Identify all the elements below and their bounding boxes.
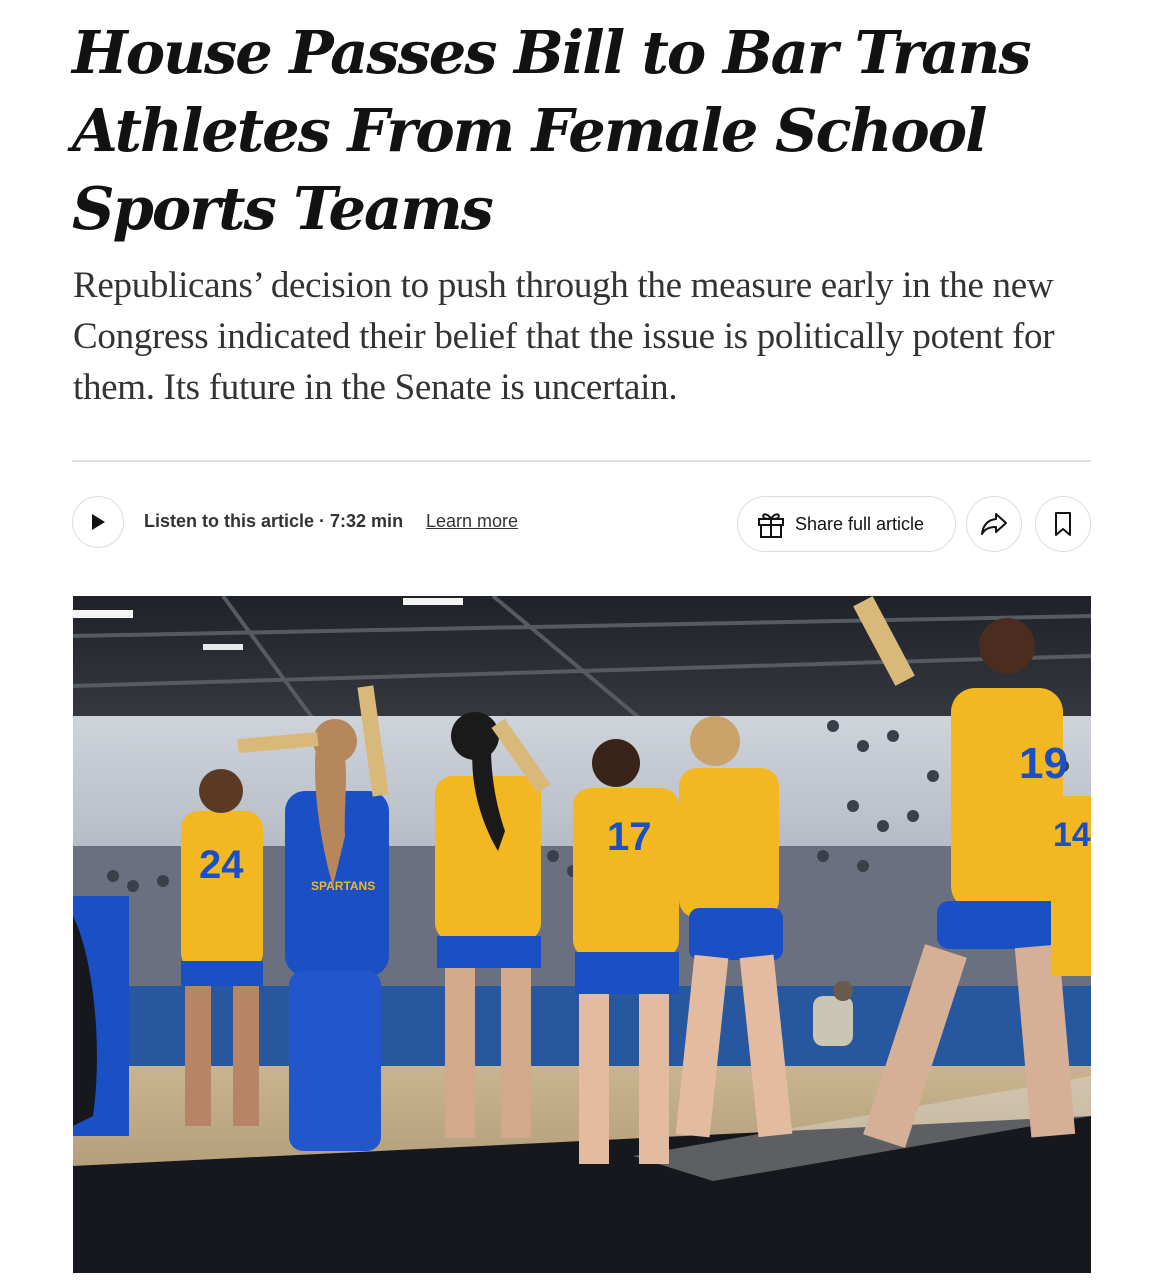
play-icon <box>92 514 105 530</box>
play-audio-button[interactable] <box>72 496 124 548</box>
svg-text:14: 14 <box>1053 816 1091 854</box>
article-summary: Republicans’ decision to push through th… <box>73 265 1055 408</box>
svg-text:SPARTANS: SPARTANS <box>311 879 375 893</box>
learn-more-link[interactable]: Learn more <box>426 511 518 532</box>
svg-text:17: 17 <box>607 815 652 859</box>
listen-label: Listen to this article · 7:32 min <box>144 511 404 531</box>
bookmark-icon <box>1055 512 1071 536</box>
share-full-article-label: Share full article <box>795 513 925 534</box>
share-button[interactable] <box>966 496 1022 552</box>
share-full-article-button[interactable]: Share full article <box>737 496 956 552</box>
share-arrow-icon <box>981 513 1007 535</box>
save-button[interactable] <box>1035 496 1091 552</box>
svg-text:24: 24 <box>199 843 244 887</box>
gift-icon <box>758 513 784 538</box>
article-headline: House Passes Bill to Bar Trans Athletes … <box>72 18 1032 243</box>
volleyball-team-photo: 24 SPARTANS 17 19 14 <box>73 596 1091 1273</box>
divider <box>72 460 1091 462</box>
svg-text:19: 19 <box>1019 739 1068 788</box>
article-toolbar: Listen to this article · 7:32 min Learn … <box>72 494 1091 552</box>
article-photo: 24 SPARTANS 17 19 14 <box>73 596 1091 1273</box>
